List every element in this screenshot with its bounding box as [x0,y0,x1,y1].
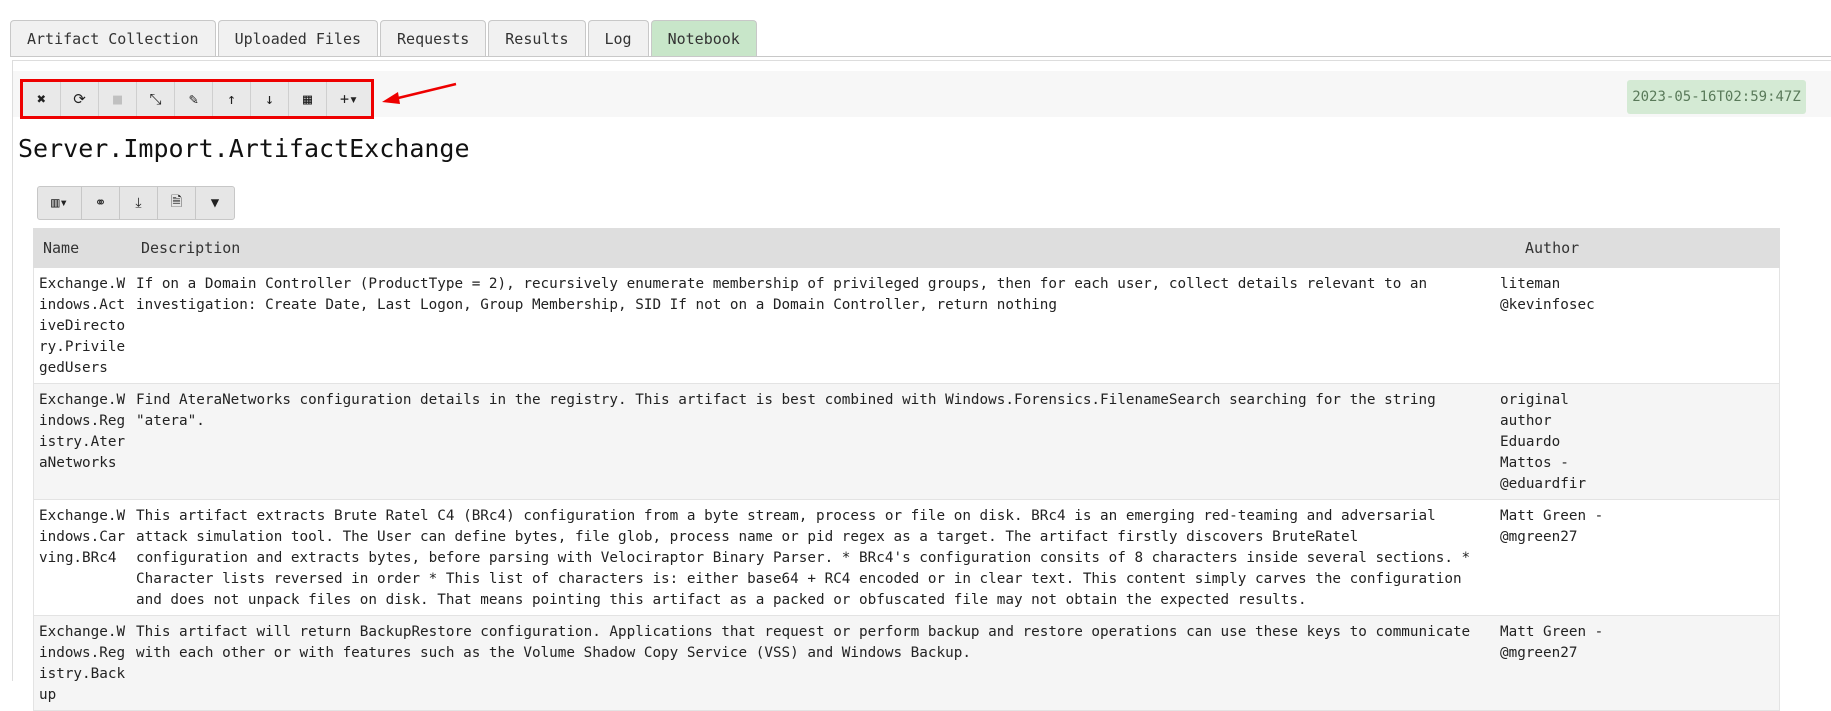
calendar-icon: ▦ [302,90,313,108]
close-cell-button[interactable]: ✖ [23,82,61,116]
stop-button[interactable]: ■ [99,82,137,116]
arrow-up-icon: ↑ [226,90,237,108]
table-row[interactable]: Exchange.Windows.Registry.AteraNetworks … [33,384,1780,500]
plus-dropdown-icon: +▾ [339,90,359,108]
annotation-arrow-icon [382,82,457,104]
results-table: Name Description Author Exchange.Windows… [33,228,1780,711]
columns-dropdown-icon: ▥▾ [51,195,68,211]
cell-name: Exchange.Windows.ActiveDirectory.Privile… [39,276,126,376]
cell-description: Find AteraNetworks configuration details… [136,392,1436,429]
cell-author: liteman @kevinfosec [1500,276,1595,313]
export-csv-button[interactable]: 🗎 [158,187,196,219]
cell-description: If on a Domain Controller (ProductType =… [136,276,1428,313]
search-button[interactable]: ⚭ [82,187,120,219]
close-square-icon: ✖ [36,90,47,108]
column-header-name[interactable]: Name [33,239,141,257]
cell-toolbar: ✖ ⟳ ■ ⤡ ✎ ↑ ↓ ▦ +▾ [20,79,374,119]
tab-log[interactable]: Log [587,20,649,56]
compress-icon: ⤡ [149,90,162,108]
move-up-button[interactable]: ↑ [213,82,251,116]
edit-cell-button[interactable]: ✎ [175,82,213,116]
table-row[interactable]: Exchange.Windows.ActiveDirectory.Privile… [33,268,1780,384]
cell-author: Matt Green - @mgreen27 [1500,624,1604,661]
collapse-button[interactable]: ⤡ [137,82,175,116]
table-row[interactable]: Exchange.Windows.Registry.Backup This ar… [33,616,1780,711]
csv-file-icon: 🗎 [170,194,183,210]
recalculate-button[interactable]: ⟳ [61,82,99,116]
cell-name: Exchange.Windows.Registry.AteraNetworks [39,392,126,471]
cell-description: This artifact will return BackupRestore … [136,624,1471,661]
add-cell-button[interactable]: +▾ [327,82,371,116]
table-header: Name Description Author [33,228,1780,268]
tab-notebook[interactable]: Notebook [650,20,757,56]
tab-divider [10,56,1831,57]
tab-requests[interactable]: Requests [380,20,487,56]
column-header-author[interactable]: Author [1525,239,1579,257]
cell-title: Server.Import.ArtifactExchange [18,134,470,163]
cell-description: This artifact extracts Brute Ratel C4 (B… [136,508,1471,608]
cell-author: Matt Green - @mgreen27 [1500,508,1604,545]
tab-results[interactable]: Results [488,20,586,56]
timestamp-badge: 2023-05-16T02:59:47Z [1627,80,1806,114]
stop-icon: ■ [112,90,123,108]
tab-uploaded-files[interactable]: Uploaded Files [217,20,379,56]
binoculars-icon: ⚭ [94,195,107,211]
tab-bar: Artifact Collection Uploaded Files Reque… [10,20,759,56]
add-timeline-button[interactable]: ▦ [289,82,327,116]
tab-artifact-collection[interactable]: Artifact Collection [10,20,216,56]
filter-icon: ▼ [210,195,220,211]
cell-name: Exchange.Windows.Registry.Backup [39,624,126,703]
refresh-icon: ⟳ [73,90,86,108]
column-selector-button[interactable]: ▥▾ [38,187,82,219]
move-down-button[interactable]: ↓ [251,82,289,116]
table-row[interactable]: Exchange.Windows.Carving.BRc4 This artif… [33,500,1780,616]
arrow-down-icon: ↓ [264,90,275,108]
download-button[interactable]: ⤓ [120,187,158,219]
column-header-description[interactable]: Description [141,239,1525,257]
cell-name: Exchange.Windows.Carving.BRc4 [39,508,126,566]
download-icon: ⤓ [135,195,142,211]
filter-button[interactable]: ▼ [196,187,234,219]
table-toolbar: ▥▾ ⚭ ⤓ 🗎 ▼ [37,186,235,220]
cell-author: original author Eduardo Mattos - @eduard… [1500,392,1587,492]
pencil-icon: ✎ [188,90,199,108]
